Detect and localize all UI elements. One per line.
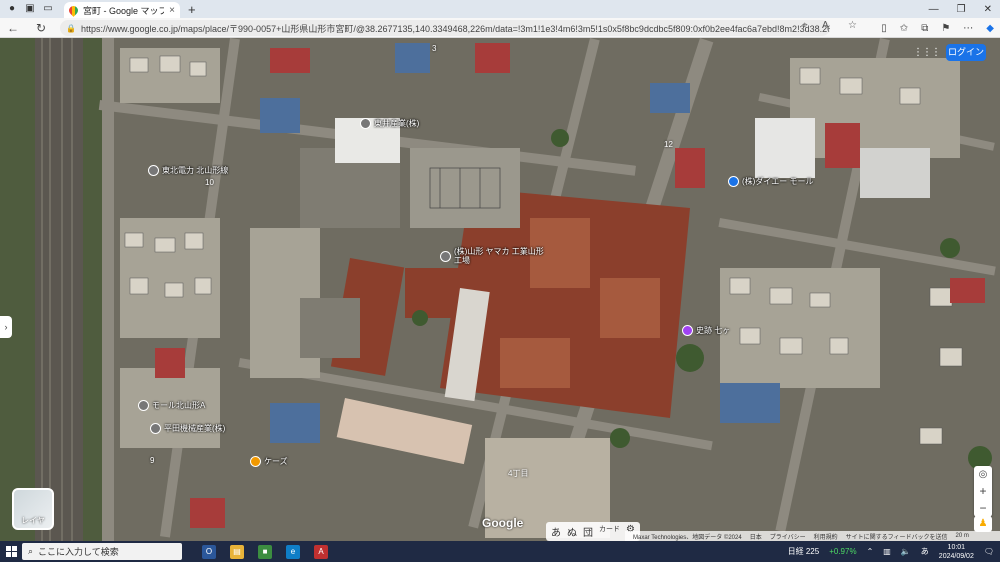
network-icon[interactable]: ▥ xyxy=(883,547,891,556)
ime-icon[interactable]: あ xyxy=(921,546,929,557)
edge-icon[interactable]: e xyxy=(286,544,300,559)
block-number: 10 xyxy=(205,178,214,187)
poi-marker[interactable]: 東井産業(株) xyxy=(360,118,419,129)
shopping-pin-icon xyxy=(728,176,739,187)
url-text: https://www.google.co.jp/maps/place/〒990… xyxy=(80,23,830,34)
taskbar-search[interactable]: ⌕ ここに入力して検索 xyxy=(22,543,182,560)
location-icon[interactable]: ⌖ xyxy=(802,20,808,31)
volume-icon[interactable]: 🔈 xyxy=(901,547,911,556)
new-tab-button[interactable]: + xyxy=(188,2,196,17)
block-number: 9 xyxy=(150,456,155,465)
market-change: +0.97% xyxy=(829,547,857,556)
search-placeholder: ここに入力して検索 xyxy=(38,547,119,557)
poi-marker[interactable]: 史跡 七ヶ xyxy=(682,325,730,336)
google-maps-icon xyxy=(67,3,80,17)
map-tool[interactable]: あ xyxy=(551,524,561,539)
landmark-pin-icon xyxy=(682,325,693,336)
satellite-map[interactable]: › ⋮⋮⋮ ログイン 東北電力 北山形線 東井産業(株) (株)山形 ヤマカ 工… xyxy=(0,38,1000,541)
profile-icon[interactable]: ● xyxy=(6,3,18,15)
poi-marker[interactable]: 平田機械産業(株) xyxy=(150,423,225,434)
zoom-out-button[interactable]: − xyxy=(974,500,992,517)
zoom-controls: ◎ + − xyxy=(974,466,992,517)
minimize-icon[interactable]: — xyxy=(929,4,939,15)
clock[interactable]: 10:01 2024/09/02 xyxy=(939,543,974,561)
favorites-icon[interactable]: ✩ xyxy=(900,23,908,34)
notifications-icon[interactable]: 🗨 xyxy=(984,547,994,556)
block-number: 12 xyxy=(664,140,673,149)
screen: ● ▣ ▭ 宮町 - Google マップ × + — ❐ ✕ ← ↻ 🔒 ht… xyxy=(0,0,1000,562)
extensions-icon[interactable]: ⚑ xyxy=(941,23,950,34)
map-tool[interactable]: 団 xyxy=(583,524,593,539)
tab-title: 宮町 - Google マップ xyxy=(83,5,165,16)
layers-label: レイヤ xyxy=(21,516,45,525)
browser-titlebar: ● ▣ ▭ 宮町 - Google マップ × + — ❐ ✕ xyxy=(0,0,1000,18)
copilot-icon[interactable]: ◆ xyxy=(986,23,994,34)
pdf-app-icon[interactable]: A xyxy=(314,544,328,559)
address-bar[interactable]: 🔒 https://www.google.co.jp/maps/place/〒9… xyxy=(60,20,830,36)
map-attribution: Maxar Technologies、地図データ ©2024 日本 プライバシー… xyxy=(625,531,1000,541)
map-tool[interactable]: カード xyxy=(599,524,620,539)
collections-icon[interactable]: ⧉ xyxy=(921,23,928,34)
poi-marker[interactable]: (株)山形 ヤマカ 工業山形工場 xyxy=(440,247,544,265)
windows-taskbar: ⌕ ここに入力して検索 O ▤ ■ e A 日経 225 +0.97% ⌃ ▥ … xyxy=(0,541,1000,562)
satellite-imagery xyxy=(0,38,1000,541)
place-pin-icon xyxy=(150,423,161,434)
lock-icon: 🔒 xyxy=(66,23,76,33)
poi-marker[interactable]: ケーズ xyxy=(250,456,288,467)
browser-navbar: ← ↻ 🔒 https://www.google.co.jp/maps/plac… xyxy=(0,18,1000,38)
poi-marker[interactable]: (株)ダイエー モール xyxy=(728,176,813,187)
refresh-icon[interactable]: ↻ xyxy=(34,21,48,35)
text-size-icon[interactable]: A xyxy=(822,20,829,31)
star-icon[interactable]: ☆ xyxy=(848,20,857,31)
place-pin-icon xyxy=(360,118,371,129)
search-icon: ⌕ xyxy=(28,546,34,556)
maximize-icon[interactable]: ❐ xyxy=(957,4,966,15)
signin-button[interactable]: ログイン xyxy=(946,44,986,61)
scale-bar[interactable]: 20 m xyxy=(956,533,969,539)
tray-overflow-icon[interactable]: ⌃ xyxy=(867,547,874,556)
more-icon[interactable]: ⋯ xyxy=(963,23,973,34)
file-explorer-icon[interactable]: ▤ xyxy=(230,544,244,559)
place-pin-icon xyxy=(138,400,149,411)
system-tray: 日経 225 +0.97% ⌃ ▥ 🔈 あ 10:01 2024/09/02 🗨 xyxy=(788,541,994,562)
close-window-icon[interactable]: ✕ xyxy=(984,4,992,15)
apps-grid-icon[interactable]: ⋮⋮⋮ xyxy=(913,47,941,58)
tab-google-maps[interactable]: 宮町 - Google マップ × xyxy=(64,2,180,18)
outlook-icon[interactable]: O xyxy=(202,544,216,559)
map-tool[interactable]: ぬ xyxy=(567,524,577,539)
workspaces-icon[interactable]: ▣ xyxy=(24,3,36,15)
poi-marker[interactable]: 東北電力 北山形線 xyxy=(148,165,228,176)
block-number: 4丁目 xyxy=(508,469,529,478)
zoom-in-button[interactable]: + xyxy=(974,483,992,500)
split-screen-icon[interactable]: ▯ xyxy=(881,23,887,34)
collapse-side-panel-button[interactable]: › xyxy=(0,316,12,338)
layers-button[interactable]: レイヤ xyxy=(12,488,54,530)
compass-icon[interactable]: ◎ xyxy=(974,466,992,483)
tab-close-icon[interactable]: × xyxy=(169,5,175,16)
app-icon[interactable]: ■ xyxy=(258,544,272,559)
google-logo: Google xyxy=(482,516,524,530)
street-view-pegman-icon[interactable]: ♟ xyxy=(974,516,992,532)
place-pin-icon xyxy=(440,250,451,262)
poi-marker[interactable]: モール北山形A xyxy=(138,400,205,411)
market-widget-label[interactable]: 日経 225 xyxy=(788,546,820,557)
place-pin-icon xyxy=(148,165,159,176)
tab-actions-icon[interactable]: ▭ xyxy=(42,3,54,15)
windows-start-icon[interactable] xyxy=(0,541,22,562)
back-icon[interactable]: ← xyxy=(6,21,20,35)
shopping-pin-icon xyxy=(250,456,261,467)
block-number: 3 xyxy=(432,44,437,53)
